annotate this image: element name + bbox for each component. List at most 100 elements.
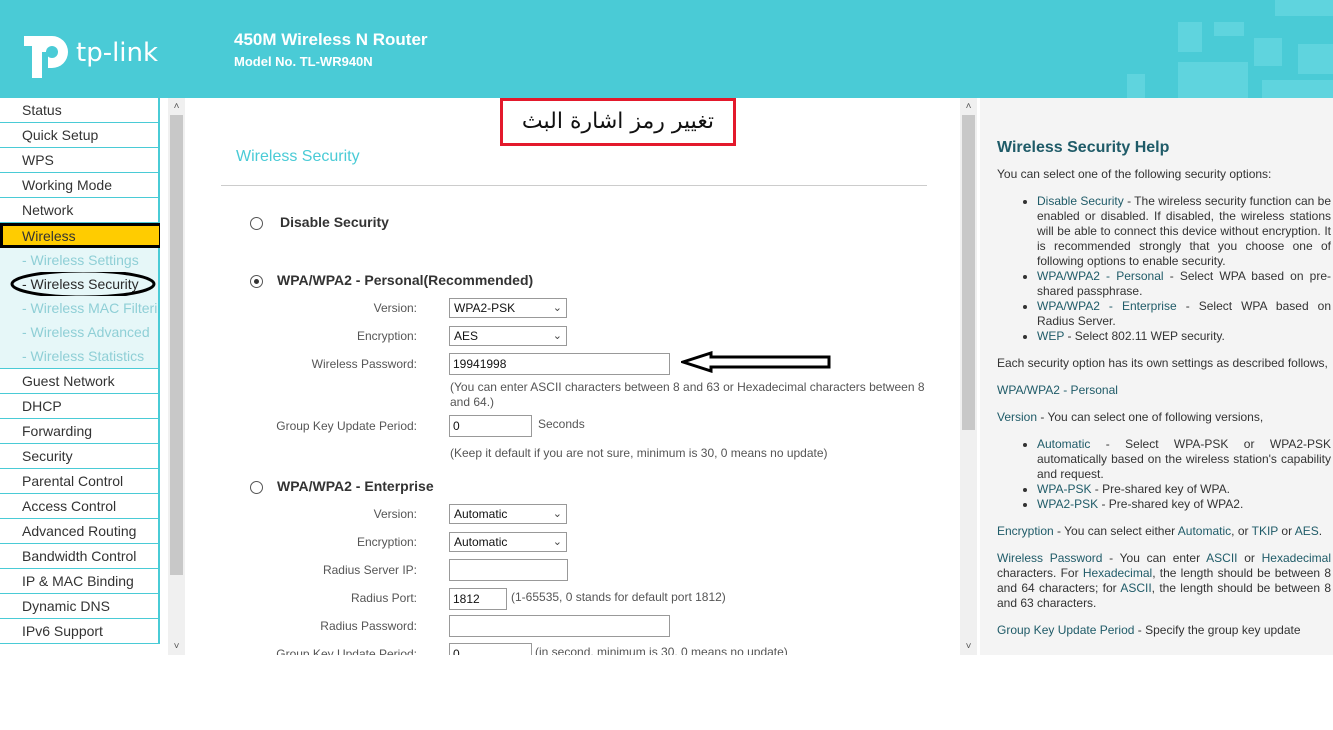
help-term: AES <box>1294 524 1319 538</box>
scroll-down-icon[interactable]: ˅ <box>168 638 185 655</box>
help-term: Hexadecimal <box>1261 551 1331 565</box>
header-banner: tp-link 450M Wireless N Router Model No.… <box>0 0 1333 98</box>
help-text: - You can enter <box>1102 551 1207 565</box>
help-encryption: Encryption - You can select either Autom… <box>997 524 1331 539</box>
help-text: - Select 802.11 WEP security. <box>1064 329 1225 343</box>
sidebar-item-security[interactable]: Security <box>0 444 160 469</box>
sidebar-item-wps[interactable]: WPS <box>0 148 160 173</box>
chevron-down-icon: ⌄ <box>552 330 562 342</box>
radius-server-ip-label: Radius Server IP: <box>322 563 417 577</box>
help-term: Disable Security <box>1037 194 1124 208</box>
list-item: WPA/WPA2 - Enterprise - Select WPA based… <box>1037 299 1331 329</box>
group-key-update-input[interactable]: 0 <box>449 415 532 437</box>
help-text: . <box>1318 524 1323 538</box>
radius-port-note: (1-65535, 0 stands for default port 1812… <box>511 590 726 604</box>
help-each-option: Each security option has its own setting… <box>997 356 1328 370</box>
list-item: Disable Security - The wireless security… <box>1037 194 1331 269</box>
tp-link-logo-text: tp-link <box>76 38 159 68</box>
sidebar-subitem-wireless-security[interactable]: - Wireless Security <box>0 272 160 296</box>
enterprise-group-key-input[interactable]: 0 <box>449 643 532 655</box>
enterprise-version-select[interactable]: Automatic ⌄ <box>449 504 567 524</box>
enterprise-group-key-note: (in second, minimum is 30, 0 means no up… <box>535 645 788 655</box>
sidebar-subitem-wireless-mac-filtering[interactable]: - Wireless MAC Filtering <box>0 296 160 320</box>
enterprise-version-label: Version: <box>373 507 417 521</box>
help-version: Version - You can select one of followin… <box>997 410 1331 425</box>
sidebar-item-forwarding[interactable]: Forwarding <box>0 419 160 444</box>
scroll-up-icon[interactable]: ˄ <box>168 98 185 115</box>
sidebar-item-working-mode[interactable]: Working Mode <box>0 173 160 198</box>
help-text: characters. For <box>997 566 1083 580</box>
list-item: WPA2-PSK - Pre-shared key of WPA2. <box>1037 497 1331 512</box>
main-scrollbar-thumb[interactable] <box>962 115 975 430</box>
encryption-select-value: AES <box>454 329 479 343</box>
help-term: WEP <box>1037 329 1065 343</box>
sidebar-menu: Status Quick Setup WPS Working Mode Netw… <box>0 98 160 655</box>
sidebar-item-quick-setup[interactable]: Quick Setup <box>0 123 160 148</box>
wpa-personal-label: WPA/WPA2 - Personal(Recommended) <box>277 272 534 288</box>
sidebar-item-dhcp[interactable]: DHCP <box>0 394 160 419</box>
help-term: Wireless Password <box>997 551 1103 565</box>
help-text: - You can select one of following versio… <box>1037 410 1264 424</box>
chevron-down-icon: ⌄ <box>552 302 562 314</box>
radius-password-label: Radius Password: <box>320 619 417 633</box>
version-select-value: WPA2-PSK <box>454 301 516 315</box>
sidebar-subitem-wireless-statistics[interactable]: - Wireless Statistics <box>0 344 160 369</box>
enterprise-encryption-select[interactable]: Automatic ⌄ <box>449 532 567 552</box>
radius-port-label: Radius Port: <box>350 591 417 605</box>
wpa-enterprise-radio[interactable] <box>250 481 263 494</box>
header-decoration <box>1275 0 1333 16</box>
sidebar-item-status[interactable]: Status <box>0 98 160 123</box>
menu-scrollbar-thumb[interactable] <box>170 115 183 575</box>
help-personal-heading: WPA/WPA2 - Personal <box>997 383 1118 397</box>
radius-password-input[interactable] <box>449 615 670 637</box>
main-content: تغيير رمز اشارة البث Wireless Security D… <box>187 98 960 655</box>
sidebar-subitem-wireless-settings[interactable]: - Wireless Settings <box>0 248 160 272</box>
sidebar-item-ip-mac-binding[interactable]: IP & MAC Binding <box>0 569 160 594</box>
help-intro: You can select one of the following secu… <box>997 167 1272 181</box>
sidebar-subitem-wireless-advanced[interactable]: - Wireless Advanced <box>0 320 160 344</box>
help-panel: Wireless Security Help You can select on… <box>980 98 1333 655</box>
scroll-down-icon[interactable]: ˅ <box>960 638 977 655</box>
list-item: Automatic - Select WPA-PSK or WPA2-PSK a… <box>1037 437 1331 482</box>
enterprise-encryption-label: Encryption: <box>356 535 417 549</box>
header-decoration <box>1262 80 1333 98</box>
list-item: WPA-PSK - Pre-shared key of WPA. <box>1037 482 1331 497</box>
encryption-label: Encryption: <box>356 329 417 343</box>
version-label: Version: <box>373 301 417 315</box>
header-decoration <box>1127 74 1145 98</box>
encryption-select[interactable]: AES ⌄ <box>449 326 567 346</box>
main-scrollbar[interactable]: ˄ ˅ <box>960 98 977 655</box>
help-term: Hexadecimal <box>1082 566 1153 580</box>
wireless-password-label: Wireless Password: <box>311 357 417 371</box>
chevron-down-icon: ⌄ <box>552 536 562 548</box>
radius-server-ip-input[interactable] <box>449 559 568 581</box>
help-term: WPA/WPA2 - Enterprise <box>1037 299 1177 313</box>
radius-port-input[interactable]: 1812 <box>449 588 507 610</box>
sidebar-item-network[interactable]: Network <box>0 198 160 223</box>
header-decoration <box>1178 22 1202 52</box>
sidebar-item-parental-control[interactable]: Parental Control <box>0 469 160 494</box>
sidebar-item-advanced-routing[interactable]: Advanced Routing <box>0 519 160 544</box>
wpa-enterprise-label: WPA/WPA2 - Enterprise <box>277 478 434 494</box>
sidebar-item-guest-network[interactable]: Guest Network <box>0 369 160 394</box>
arrow-annotation-icon <box>681 351 831 373</box>
help-term: Version <box>997 410 1038 424</box>
help-term: WPA2-PSK <box>1037 497 1099 511</box>
wpa-personal-radio[interactable] <box>250 275 263 288</box>
group-key-update-note: (Keep it default if you are not sure, mi… <box>450 446 828 460</box>
help-term: ASCII <box>1206 551 1238 565</box>
help-term: Automatic <box>1177 524 1232 538</box>
sidebar-item-wireless[interactable]: Wireless <box>0 223 160 248</box>
version-select[interactable]: WPA2-PSK ⌄ <box>449 298 567 318</box>
sidebar-item-access-control[interactable]: Access Control <box>0 494 160 519</box>
disable-security-radio[interactable] <box>250 217 263 230</box>
menu-scrollbar[interactable]: ˄ ˅ <box>168 98 185 655</box>
password-note: (You can enter ASCII characters between … <box>450 380 925 409</box>
wireless-password-input[interactable]: 19941998 <box>449 353 670 375</box>
model-number: Model No. TL-WR940N <box>234 54 373 69</box>
sidebar-item-bandwidth-control[interactable]: Bandwidth Control <box>0 544 160 569</box>
sidebar-item-dynamic-dns[interactable]: Dynamic DNS <box>0 594 160 619</box>
help-term: WPA-PSK <box>1037 482 1092 496</box>
scroll-up-icon[interactable]: ˄ <box>960 98 977 115</box>
sidebar-item-ipv6-support[interactable]: IPv6 Support <box>0 619 160 644</box>
